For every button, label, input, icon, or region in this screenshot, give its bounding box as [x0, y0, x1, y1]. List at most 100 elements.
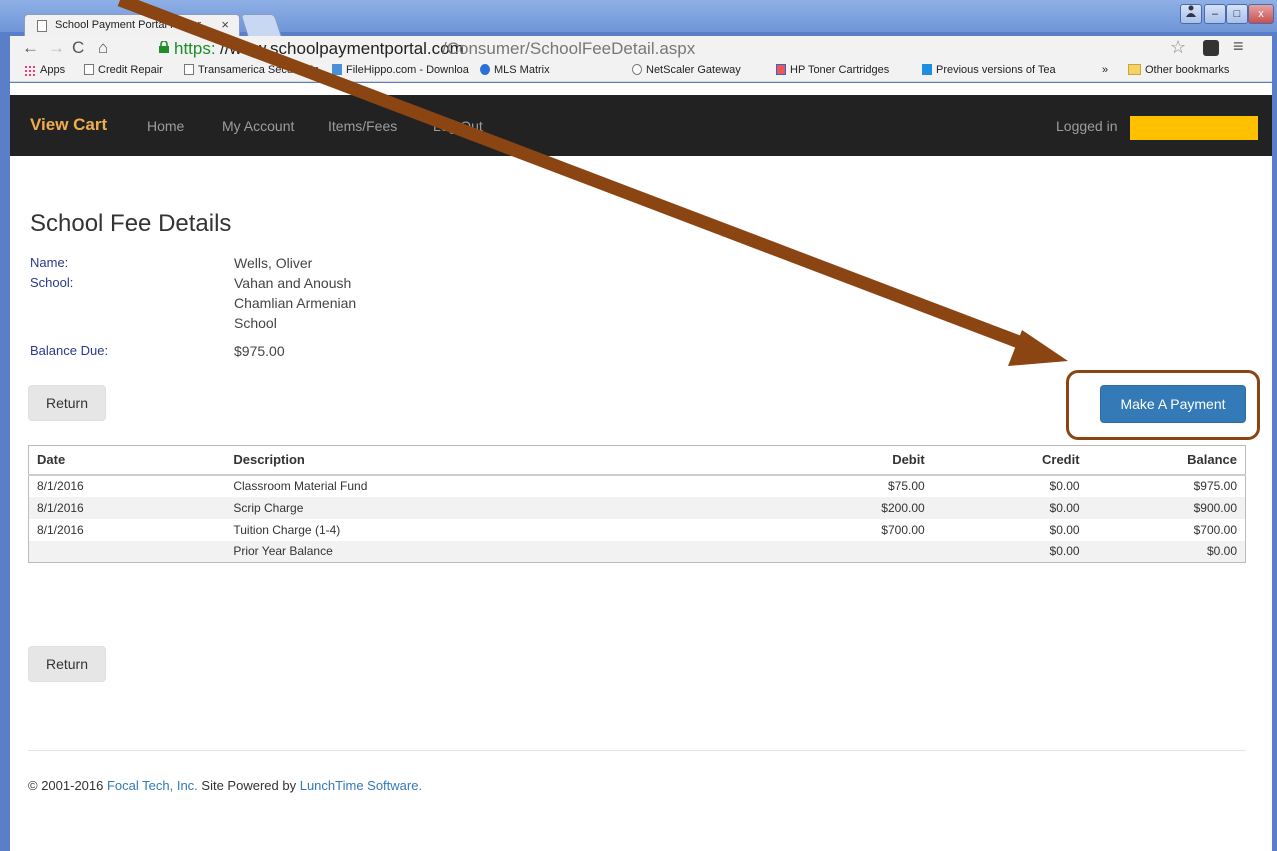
fee-table: Date Description Debit Credit Balance 8/… [28, 445, 1246, 563]
cell-credit: $0.00 [1049, 522, 1080, 537]
folder-icon [1128, 64, 1141, 75]
return-button-bottom[interactable]: Return [28, 646, 106, 682]
back-arrow-icon[interactable]: ← [22, 38, 39, 58]
table-row: 8/1/2016 Scrip Charge $200.00 $0.00 $900… [28, 496, 1246, 519]
cell-balance: $0.00 [1087, 540, 1246, 563]
bookmark-label: HP Toner Cartridges [790, 64, 890, 76]
nav-my-account-link[interactable]: My Account [222, 118, 294, 134]
url-path: /Consumer/SchoolFeeDetail.aspx [442, 39, 696, 58]
bookmark-label: Transamerica Secure Em [198, 64, 318, 76]
bookmark-netscaler[interactable]: NetScaler Gateway [632, 64, 741, 76]
bookmark-hp-toner[interactable]: HP Toner Cartridges [776, 64, 889, 76]
tab-title: School Payment Portal Power [55, 19, 202, 31]
title-bar: School Payment Portal Power × – □ x [0, 0, 1277, 36]
bookmark-label: NetScaler Gateway [646, 64, 741, 76]
bookmark-previous-versions[interactable]: Previous versions of Tea [922, 64, 1074, 76]
bookmark-filehippo[interactable]: FileHippo.com - Downloa [332, 64, 470, 76]
minimize-button[interactable]: – [1204, 4, 1226, 24]
bookmark-credit-repair[interactable]: Credit Repair [84, 64, 163, 76]
header-credit: Credit [932, 445, 1088, 476]
focal-tech-link[interactable]: Focal Tech, Inc. [107, 778, 198, 793]
page-title: School Fee Details [30, 210, 232, 237]
table-row: 8/1/2016 Classroom Material Fund $75.00 … [29, 475, 1246, 497]
cell-date [28, 540, 226, 563]
extension-icon[interactable] [1203, 40, 1219, 56]
bookmark-mls-matrix[interactable]: MLS Matrix [480, 64, 580, 76]
view-cart-link[interactable]: View Cart [30, 115, 107, 135]
filehippo-icon [332, 64, 342, 75]
table-row: Prior Year Balance $0.00 $0.00 [28, 540, 1246, 563]
user-profile-button[interactable] [1180, 4, 1202, 24]
reload-icon[interactable]: C [72, 38, 84, 58]
cell-date: 8/1/2016 [28, 496, 226, 519]
return-button[interactable]: Return [28, 385, 106, 421]
nav-home-link[interactable]: Home [147, 118, 184, 134]
menu-icon[interactable]: ≡ [1233, 36, 1244, 57]
cell-credit: $0.00 [932, 540, 1088, 563]
lunchtime-software-link[interactable]: LunchTime Software. [300, 778, 422, 793]
url-scheme: https: [174, 39, 216, 58]
bookmark-transamerica[interactable]: Transamerica Secure Em [184, 64, 318, 76]
cell-debit: $200.00 [830, 496, 933, 519]
nav-items-fees-link[interactable]: Items/Fees [328, 118, 397, 134]
balance-due-value: $975.00 [234, 343, 285, 359]
site-navbar: View Cart Home My Account Items/Fees Log… [10, 95, 1272, 156]
new-tab-button[interactable] [240, 14, 282, 36]
redacted-username [1130, 116, 1258, 140]
lock-icon [159, 41, 169, 53]
home-icon[interactable]: ⌂ [98, 38, 108, 58]
footer: © 2001-2016 Focal Tech, Inc. Site Powere… [28, 778, 422, 793]
cell-debit [830, 540, 933, 563]
cell-credit: $0.00 [1049, 479, 1080, 493]
bookmarks-overflow-chevron[interactable]: » [1102, 64, 1108, 76]
bookmark-star-icon[interactable]: ☆ [1170, 37, 1186, 58]
lock-icon [632, 64, 642, 75]
close-window-button[interactable]: x [1248, 4, 1274, 24]
name-label: Name: [30, 255, 69, 270]
hp-icon [776, 64, 786, 75]
cell-debit: $75.00 [887, 479, 925, 493]
url-host: //www.schoolpaymentportal.com [220, 39, 464, 58]
maximize-button[interactable]: □ [1226, 4, 1248, 24]
cell-description: Tuition Charge (1-4) [233, 522, 341, 537]
header-balance: Balance [1087, 445, 1246, 476]
school-label: School: [30, 275, 74, 290]
forward-arrow-icon[interactable]: → [48, 38, 65, 58]
table-header-row: Date Description Debit Credit Balance [28, 445, 1246, 476]
teamviewer-icon [922, 64, 932, 75]
browser-window: School Payment Portal Power × – □ x ← → … [0, 0, 1277, 851]
bookmark-label: Credit Repair [98, 64, 163, 76]
copyright-text: © 2001-2016 [28, 778, 104, 793]
page-viewport: View Cart Home My Account Items/Fees Log… [10, 83, 1272, 851]
page-icon [84, 64, 94, 75]
bookmark-apps[interactable]: Apps [40, 64, 65, 76]
header-debit: Debit [830, 445, 933, 476]
bookmark-other[interactable]: Other bookmarks [1128, 64, 1229, 76]
bookmarks-bar: Apps Credit Repair Transamerica Secure E… [10, 60, 1272, 82]
cell-balance: $900.00 [1087, 496, 1246, 519]
bookmark-label: FileHippo.com - Downloa [346, 64, 469, 76]
tab-close-icon[interactable]: × [221, 17, 229, 32]
address-bar[interactable]: https: //www.schoolpaymentportal.com /Co… [120, 37, 1120, 59]
bookmark-label: Other bookmarks [1145, 64, 1230, 76]
cell-credit: $0.00 [932, 496, 1088, 519]
page-icon [184, 64, 194, 75]
cell-description: Scrip Charge [225, 496, 831, 519]
table-row: 8/1/2016 Tuition Charge (1-4) $700.00 $0… [29, 519, 1246, 541]
logged-in-label: Logged in [1056, 118, 1118, 134]
balance-due-label: Balance Due: [30, 343, 109, 358]
browser-tab[interactable]: School Payment Portal Power × [24, 14, 240, 36]
header-description: Description [225, 445, 831, 476]
cell-debit: $700.00 [881, 522, 925, 537]
header-date: Date [28, 445, 226, 476]
cell-description: Prior Year Balance [225, 540, 831, 563]
school-value: Vahan and Anoush Chamlian Armenian Schoo… [234, 275, 357, 331]
apps-icon[interactable] [24, 65, 36, 77]
page-icon [37, 20, 47, 32]
user-icon [1186, 5, 1196, 17]
browser-toolbar: ← → C ⌂ https: //www.schoolpaymentportal… [10, 36, 1272, 60]
nav-log-out-link[interactable]: Log Out [433, 118, 483, 134]
cell-date: 8/1/2016 [37, 479, 84, 493]
footer-divider [28, 750, 1246, 751]
cell-date: 8/1/2016 [37, 522, 84, 537]
